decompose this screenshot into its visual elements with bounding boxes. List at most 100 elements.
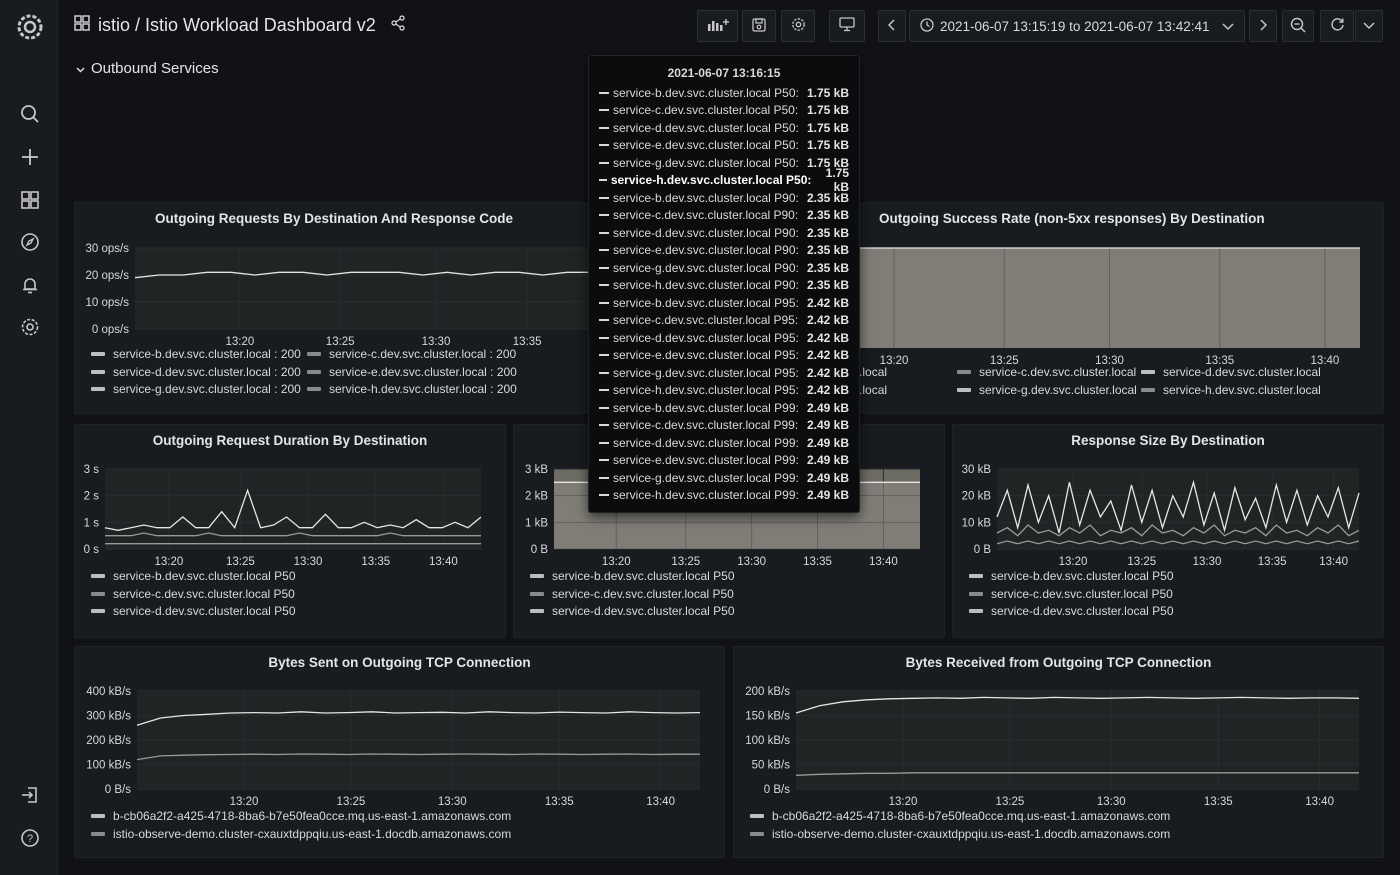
- legend-item[interactable]: service-d.dev.svc.cluster.local P50: [91, 604, 296, 618]
- dashboard-settings-button[interactable]: [781, 10, 815, 42]
- legend-label: service-b.dev.svc.cluster.local P50: [552, 569, 735, 583]
- legend-label: service-b.dev.svc.cluster.local : 200: [113, 347, 301, 361]
- refresh-button[interactable]: [1320, 10, 1354, 42]
- panel-bytes-sent-tcp[interactable]: Bytes Sent on Outgoing TCP Connection 40…: [74, 646, 725, 858]
- legend-swatch: [1141, 370, 1155, 374]
- y-tick-label: 0 B: [974, 544, 992, 556]
- legend-item[interactable]: istio-observe-demo.cluster-cxauxtdppqiu.…: [750, 827, 1170, 841]
- dashboards-icon[interactable]: [15, 185, 45, 215]
- time-shift-forward-button[interactable]: [1249, 10, 1277, 42]
- tooltip-series-swatch: [599, 336, 609, 339]
- legend-label: istio-observe-demo.cluster-cxauxtdppqiu.…: [113, 826, 512, 841]
- tooltip-series-value: 2.35 kB: [806, 225, 849, 240]
- legend-item[interactable]: service-d.dev.svc.cluster.local: [1141, 365, 1321, 379]
- legend-item[interactable]: istio-observe-demo.cluster-cxauxtdppqiu.…: [91, 827, 511, 841]
- zoom-out-button[interactable]: [1282, 10, 1314, 42]
- breadcrumb[interactable]: istio / Istio Workload Dashboard v2: [74, 15, 406, 36]
- legend-swatch: [969, 591, 983, 596]
- tooltip-row: service-d.dev.svc.cluster.local P50: 1.75…: [599, 119, 849, 137]
- time-range-picker[interactable]: 2021-06-07 13:15:19 to 2021-06-07 13:42:…: [909, 10, 1245, 42]
- panel-outgoing-request-duration[interactable]: Outgoing Request Duration By Destination…: [74, 424, 506, 638]
- legend-swatch: [530, 591, 544, 596]
- legend-item[interactable]: service-h.dev.svc.cluster.local: [1141, 383, 1321, 397]
- save-icon: [752, 17, 766, 35]
- refresh-interval-dropdown[interactable]: [1355, 10, 1383, 42]
- x-tick-label: 13:35: [513, 336, 542, 348]
- tooltip-series-swatch: [599, 231, 609, 234]
- legend-item[interactable]: service-d.dev.svc.cluster.local P50: [530, 604, 735, 618]
- time-range-label: 2021-06-07 13:15:19 to 2021-06-07 13:42:…: [940, 18, 1210, 34]
- legend-item[interactable]: service-d.dev.svc.cluster.local P50: [969, 604, 1174, 618]
- monitor-icon: [839, 17, 855, 35]
- y-tick-label: 30 kB: [962, 464, 992, 476]
- plus-icon[interactable]: [15, 142, 45, 172]
- plot-area: [135, 248, 591, 329]
- panel-outgoing-requests[interactable]: Outgoing Requests By Destination And Res…: [74, 202, 594, 414]
- tooltip-series-label: service-h.dev.svc.cluster.local P90:: [613, 278, 799, 293]
- legend-label: service-c.dev.svc.cluster.local P50: [552, 586, 734, 601]
- tooltip-series-label: service-h.dev.svc.cluster.local P99:: [613, 488, 799, 503]
- tooltip-row: service-c.dev.svc.cluster.local P99: 2.49…: [599, 417, 849, 435]
- add-panel-button[interactable]: [697, 10, 738, 42]
- legend-item[interactable]: service-h.dev.svc.cluster.local : 200: [307, 382, 517, 396]
- tooltip-series-value: 2.49 kB: [806, 435, 849, 450]
- tooltip-series-label: service-c.dev.svc.cluster.local P95:: [613, 313, 799, 328]
- y-tick-label: 2 kB: [525, 491, 548, 503]
- panel-outgoing-success-rate[interactable]: Outgoing Success Rate (non-5xx responses…: [799, 202, 1384, 414]
- panel-bytes-received-tcp[interactable]: Bytes Received from Outgoing TCP Connect…: [733, 646, 1384, 858]
- tooltip-series-swatch: [599, 179, 607, 182]
- y-tick-label: 400 kB/s: [86, 686, 131, 698]
- legend-item[interactable]: service-c.dev.svc.cluster.local P50: [969, 587, 1173, 601]
- cycle-view-mode-button[interactable]: [829, 10, 865, 42]
- tooltip-series-label: service-b.dev.svc.cluster.local P90:: [613, 190, 799, 205]
- legend-item[interactable]: service-c.dev.svc.cluster.local: [957, 365, 1136, 379]
- legend-item[interactable]: b-cb06a2f2-a425-4718-8ba6-b7e50fea0cce.m…: [91, 809, 511, 823]
- legend-label: b-cb06a2f2-a425-4718-8ba6-b7e50fea0cce.m…: [113, 809, 512, 823]
- tooltip-series-label: service-c.dev.svc.cluster.local P50:: [613, 103, 799, 118]
- y-tick-label: 3 s: [84, 464, 100, 476]
- legend-item[interactable]: service-e.dev.svc.cluster.local : 200: [307, 365, 517, 379]
- legend-item[interactable]: service-c.dev.svc.cluster.local : 200: [307, 347, 516, 361]
- x-tick-label: 13:25: [337, 796, 366, 808]
- tooltip-series-swatch: [599, 91, 609, 94]
- explore-compass-icon[interactable]: [15, 227, 45, 257]
- tooltip-series-value: 2.35 kB: [806, 278, 849, 293]
- settings-gear-icon[interactable]: [15, 312, 45, 342]
- tooltip-row: service-e.dev.svc.cluster.local P90: 2.35…: [599, 242, 849, 260]
- legend-item[interactable]: service-d.dev.svc.cluster.local : 200: [91, 365, 301, 379]
- grafana-logo-icon[interactable]: [15, 12, 45, 42]
- tooltip-series-label: service-b.dev.svc.cluster.local P50:: [613, 85, 799, 100]
- legend-item[interactable]: service-b.dev.svc.cluster.local P50: [91, 569, 296, 583]
- dashboard-title[interactable]: istio / Istio Workload Dashboard v2: [98, 15, 376, 36]
- legend-item[interactable]: service-c.dev.svc.cluster.local P50: [91, 587, 295, 601]
- tooltip-series-value: 1.75 kB: [806, 85, 849, 100]
- legend-swatch: [530, 609, 544, 613]
- save-dashboard-button[interactable]: [742, 10, 776, 42]
- legend-item[interactable]: service-g.dev.svc.cluster.local: [957, 383, 1137, 397]
- legend-item[interactable]: service-b.dev.svc.cluster.local P50: [969, 569, 1174, 583]
- legend-item[interactable]: service-b.dev.svc.cluster.local P50: [530, 569, 735, 583]
- svg-text:?: ?: [27, 833, 33, 845]
- share-icon[interactable]: [390, 15, 406, 36]
- time-shift-back-button[interactable]: [878, 10, 906, 42]
- tooltip-row: service-b.dev.svc.cluster.local P90: 2.35…: [599, 189, 849, 207]
- tooltip-series-label: service-h.dev.svc.cluster.local P50:: [610, 173, 812, 188]
- y-tick-label: 100 kB/s: [86, 760, 131, 772]
- legend-item[interactable]: b-cb06a2f2-a425-4718-8ba6-b7e50fea0cce.m…: [750, 809, 1170, 823]
- help-icon[interactable]: ?: [15, 823, 45, 853]
- sign-in-icon[interactable]: [15, 780, 45, 810]
- legend-item[interactable]: service-g.dev.svc.cluster.local : 200: [91, 382, 301, 396]
- x-tick-label: 13:20: [602, 556, 631, 568]
- y-tick-label: 20 ops/s: [86, 270, 130, 282]
- legend-item[interactable]: service-b.dev.svc.cluster.local : 200: [91, 347, 301, 361]
- search-icon[interactable]: [15, 99, 45, 129]
- x-tick-label: 13:25: [996, 796, 1025, 808]
- panel-response-size[interactable]: Response Size By Destination 30 kB 20 kB 1…: [952, 424, 1384, 638]
- legend-label: service-h.dev.svc.cluster.local : 200: [329, 382, 517, 396]
- legend-label: service-d.dev.svc.cluster.local P50: [113, 604, 296, 618]
- tooltip-series-swatch: [599, 266, 609, 269]
- row-header-outbound-services[interactable]: Outbound Services: [76, 60, 219, 77]
- legend-item[interactable]: service-c.dev.svc.cluster.local P50: [530, 587, 734, 601]
- alerting-bell-icon[interactable]: [15, 270, 45, 300]
- y-tick-label: 0 B/s: [105, 784, 131, 796]
